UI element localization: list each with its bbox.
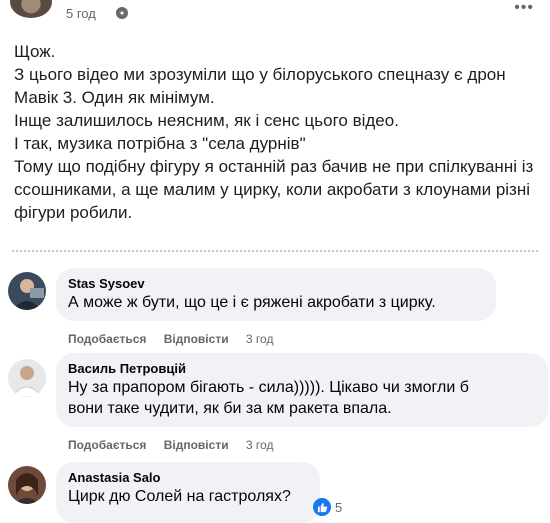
commenter-avatar[interactable]	[8, 466, 46, 504]
post-line: Тому що подібну фігуру я останній раз ба…	[14, 157, 534, 176]
like-button[interactable]: Подобається	[68, 438, 146, 452]
commenter-avatar[interactable]	[8, 272, 46, 310]
comment-actions: Подобається Відповісти 3 год	[68, 332, 287, 346]
comment-text: Цирк дю Солей на гастролях?	[68, 488, 291, 505]
author-avatar[interactable]	[10, 0, 52, 18]
comment-text: А може ж бути, що це і є ряжені акробати…	[68, 294, 436, 311]
post-line: Мавік 3. Один як мінімум.	[14, 88, 215, 107]
post-line: Щож.	[14, 42, 56, 61]
globe-icon	[116, 7, 128, 19]
post-line: Інще залишилось неясним, як і сенс цього…	[14, 111, 399, 130]
commenter-avatar[interactable]	[8, 359, 46, 397]
reaction-count: 5	[335, 499, 343, 515]
post-line: фігури робили.	[14, 203, 133, 222]
comment-bubble: Anastasia Salo Цирк дю Солей на гастроля…	[56, 462, 320, 523]
post-header: 5 год •••	[0, 0, 550, 34]
commenter-name[interactable]: Василь Петровцій	[68, 360, 536, 377]
comment-bubble: Василь Петровцій Ну за прапором бігають …	[56, 353, 548, 427]
comment-text: вони таке чудити, як би за км ракета впа…	[68, 400, 392, 417]
reply-button[interactable]: Відповісти	[164, 332, 229, 346]
post-line: ссошниками, а ще малим у цирку, коли акр…	[14, 180, 531, 199]
more-dots-icon[interactable]: •••	[514, 0, 534, 16]
reply-button[interactable]: Відповісти	[164, 438, 229, 452]
like-button[interactable]: Подобається	[68, 332, 146, 346]
comment-bubble: Stas Sysoev А може ж бути, що це і є ряж…	[56, 268, 496, 321]
post-timestamp[interactable]: 5 год	[66, 6, 96, 21]
comment-timestamp[interactable]: 3 год	[246, 332, 274, 346]
comment-text: Ну за прапором бігають - сила))))). Ціка…	[68, 379, 469, 396]
commenter-name[interactable]: Anastasia Salo	[68, 469, 308, 486]
commenter-name[interactable]: Stas Sysoev	[68, 275, 484, 292]
post-body: Щож. З цього відео ми зрозуміли що у біл…	[14, 40, 544, 224]
section-divider	[12, 250, 538, 252]
reaction-summary[interactable]: 5	[313, 498, 342, 516]
like-icon	[313, 498, 331, 516]
comment-actions: Подобається Відповісти 3 год	[68, 438, 287, 452]
post-line: І так, музика потрібна з "села дурнів"	[14, 134, 306, 153]
post-line: З цього відео ми зрозуміли що у білорусь…	[14, 65, 506, 84]
comment-timestamp[interactable]: 3 год	[246, 438, 274, 452]
